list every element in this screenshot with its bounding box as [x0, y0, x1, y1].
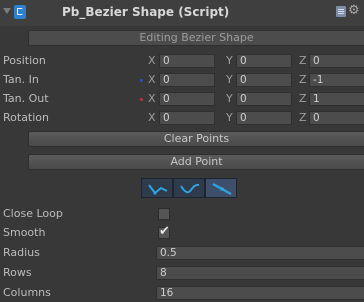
component-header: Pb_Bezier Shape (Script) ⚙ — [0, 0, 364, 26]
axis-z-label: Z — [299, 111, 307, 124]
tan-out-y-field[interactable]: 0 — [236, 92, 292, 106]
tan-in-x-field[interactable]: 0 — [159, 73, 215, 87]
row-label-rotation: Rotation — [3, 111, 50, 124]
columns-label: Columns — [3, 286, 51, 299]
axis-x-label: X — [148, 92, 156, 105]
row-label-position: Position — [3, 54, 46, 67]
position-z-field[interactable]: 0 — [309, 54, 364, 68]
tangent-free-icon — [212, 182, 232, 196]
close-loop-label: Close Loop — [3, 207, 63, 220]
axis-y-label: Y — [226, 111, 233, 124]
rows-field[interactable]: 8 — [156, 266, 364, 280]
rows-label: Rows — [3, 266, 32, 279]
smooth-label: Smooth — [3, 226, 46, 239]
tan-out-color-marker — [140, 98, 143, 101]
close-loop-toggle[interactable] — [158, 208, 170, 220]
axis-x-label: X — [148, 111, 156, 124]
tan-out-x-field[interactable]: 0 — [159, 92, 215, 106]
tangent-broken-icon — [148, 184, 168, 195]
rotation-z-field[interactable]: 0 — [309, 111, 364, 125]
radius-field[interactable]: 0.5 — [156, 246, 364, 260]
tangent-aligned-icon — [180, 183, 200, 194]
axis-y-label: Y — [226, 73, 233, 86]
axis-z-label: Z — [299, 92, 307, 105]
axis-z-label: Z — [299, 54, 307, 67]
clear-points-button[interactable]: Clear Points — [28, 131, 364, 147]
rotation-x-field[interactable]: 0 — [159, 111, 215, 125]
gear-icon[interactable]: ⚙ — [348, 4, 360, 18]
axis-y-label: Y — [226, 54, 233, 67]
tangent-mode-aligned-button[interactable] — [173, 178, 205, 198]
tan-out-z-field[interactable]: 1 — [309, 92, 364, 106]
tan-in-color-marker — [140, 79, 143, 82]
tangent-mode-free-button[interactable] — [205, 178, 237, 198]
radius-label: Radius — [3, 246, 40, 259]
component-title: Pb_Bezier Shape (Script) — [62, 5, 230, 19]
axis-y-label: Y — [226, 92, 233, 105]
axis-x-label: X — [148, 54, 156, 67]
axis-x-label: X — [148, 73, 156, 86]
smooth-toggle[interactable]: ✔ — [158, 224, 170, 239]
checkmark-icon: ✔ — [159, 224, 170, 239]
script-icon — [14, 5, 26, 19]
help-icon[interactable] — [336, 6, 346, 17]
rotation-y-field[interactable]: 0 — [236, 111, 292, 125]
columns-field[interactable]: 16 — [156, 286, 364, 300]
position-x-field[interactable]: 0 — [159, 54, 215, 68]
tangent-mode-broken-button[interactable] — [141, 178, 173, 198]
axis-z-label: Z — [299, 73, 307, 86]
foldout-arrow-icon[interactable] — [3, 8, 11, 14]
tan-in-z-field[interactable]: -1 — [309, 73, 364, 87]
editing-section-header: Editing Bezier Shape — [28, 30, 364, 46]
tan-in-y-field[interactable]: 0 — [236, 73, 292, 87]
row-label-tan-in: Tan. In — [3, 73, 39, 86]
add-point-button[interactable]: Add Point — [28, 154, 364, 170]
position-y-field[interactable]: 0 — [236, 54, 292, 68]
row-label-tan-out: Tan. Out — [3, 92, 49, 105]
